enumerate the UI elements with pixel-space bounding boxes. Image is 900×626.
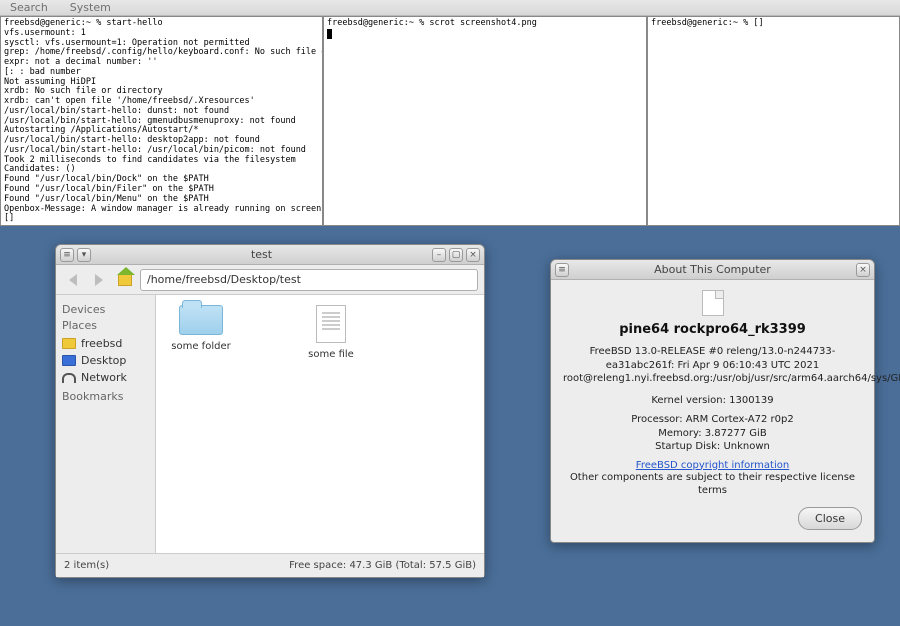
- terminal-3[interactable]: freebsd@generic:~ % []: [647, 16, 900, 226]
- file-manager-titlebar[interactable]: ≡ ▾ test – ▢ ×: [56, 245, 484, 265]
- file-manager-title: test: [91, 248, 432, 261]
- item-label: some folder: [166, 341, 236, 352]
- global-menubar: Search System: [0, 0, 900, 16]
- back-button[interactable]: [62, 270, 84, 290]
- sidebar-item-home[interactable]: freebsd: [60, 335, 151, 352]
- sidebar-item-label: Network: [81, 371, 127, 384]
- sidebar-header-devices: Devices: [62, 303, 151, 316]
- terminal-row: freebsd@generic:~ % start-hello vfs.user…: [0, 16, 900, 226]
- about-body: pine64 rockpro64_rk3399 FreeBSD 13.0-REL…: [551, 280, 874, 542]
- path-input[interactable]: /home/freebsd/Desktop/test: [140, 269, 478, 291]
- close-button[interactable]: ×: [466, 248, 480, 262]
- window-menu-button[interactable]: ≡: [60, 248, 74, 262]
- terminal-2[interactable]: freebsd@generic:~ % scrot screenshot4.pn…: [323, 16, 647, 226]
- file-manager-toolbar: /home/freebsd/Desktop/test: [56, 265, 484, 295]
- document-icon: [702, 290, 724, 316]
- sidebar-header-places: Places: [62, 319, 151, 332]
- menu-search[interactable]: Search: [10, 1, 48, 14]
- copyright-link[interactable]: FreeBSD copyright information: [636, 460, 789, 471]
- computer-name: pine64 rockpro64_rk3399: [563, 322, 862, 337]
- terminal-1[interactable]: freebsd@generic:~ % start-hello vfs.user…: [0, 16, 323, 226]
- about-titlebar[interactable]: ≡ About This Computer ×: [551, 260, 874, 280]
- file-manager-statusbar: 2 item(s) Free space: 47.3 GiB (Total: 5…: [56, 553, 484, 577]
- sidebar-item-label: freebsd: [81, 337, 122, 350]
- status-item-count: 2 item(s): [64, 560, 109, 571]
- window-menu-button[interactable]: ≡: [555, 263, 569, 277]
- maximize-button[interactable]: ▢: [449, 248, 463, 262]
- file-icon: [316, 305, 346, 343]
- sidebar-header-bookmarks: Bookmarks: [62, 390, 151, 403]
- arrow-left-icon: [69, 274, 77, 286]
- about-close-button[interactable]: Close: [798, 507, 862, 530]
- file-manager-sidebar: Devices Places freebsd Desktop Network B…: [56, 295, 156, 553]
- forward-button[interactable]: [88, 270, 110, 290]
- file-item[interactable]: some file: [296, 305, 366, 360]
- about-title: About This Computer: [569, 263, 856, 276]
- about-window: ≡ About This Computer × pine64 rockpro64…: [550, 259, 875, 543]
- home-button[interactable]: [114, 270, 136, 290]
- item-label: some file: [296, 349, 366, 360]
- terminal-2-prompt: freebsd@generic:~ % scrot screenshot4.pn…: [327, 18, 537, 28]
- menu-system[interactable]: System: [70, 1, 111, 14]
- window-pin-button[interactable]: ▾: [77, 248, 91, 262]
- status-free-space: Free space: 47.3 GiB (Total: 57.5 GiB): [289, 560, 476, 571]
- processor-info: Processor: ARM Cortex-A72 r0p2: [563, 413, 862, 427]
- network-icon: [62, 373, 76, 383]
- os-description: FreeBSD 13.0-RELEASE #0 releng/13.0-n244…: [563, 345, 862, 386]
- terminal-1-prompt: freebsd@generic:~ % start-hello: [4, 18, 163, 28]
- arrow-right-icon: [95, 274, 103, 286]
- desktop-icon: [62, 355, 76, 366]
- kernel-version: Kernel version: 1300139: [563, 394, 862, 408]
- memory-info: Memory: 3.87277 GiB: [563, 427, 862, 441]
- startup-disk-info: Startup Disk: Unknown: [563, 440, 862, 454]
- license-note: Other components are subject to their re…: [563, 471, 862, 497]
- sidebar-item-desktop[interactable]: Desktop: [60, 352, 151, 369]
- sidebar-item-label: Desktop: [81, 354, 126, 367]
- sidebar-item-network[interactable]: Network: [60, 369, 151, 386]
- file-manager-window: ≡ ▾ test – ▢ × /home/freebsd/Desktop/tes…: [55, 244, 485, 578]
- terminal-1-body: vfs.usermount: 1 sysctl: vfs.usermount=1…: [4, 28, 323, 224]
- terminal-3-prompt: freebsd@generic:~ % []: [651, 18, 764, 28]
- folder-icon: [179, 305, 223, 335]
- folder-item[interactable]: some folder: [166, 305, 236, 352]
- cursor-icon: [327, 29, 332, 39]
- folder-home-icon: [62, 338, 76, 349]
- home-icon: [118, 274, 132, 286]
- minimize-button[interactable]: –: [432, 248, 446, 262]
- close-button[interactable]: ×: [856, 263, 870, 277]
- file-manager-view[interactable]: some folder some file: [156, 295, 484, 553]
